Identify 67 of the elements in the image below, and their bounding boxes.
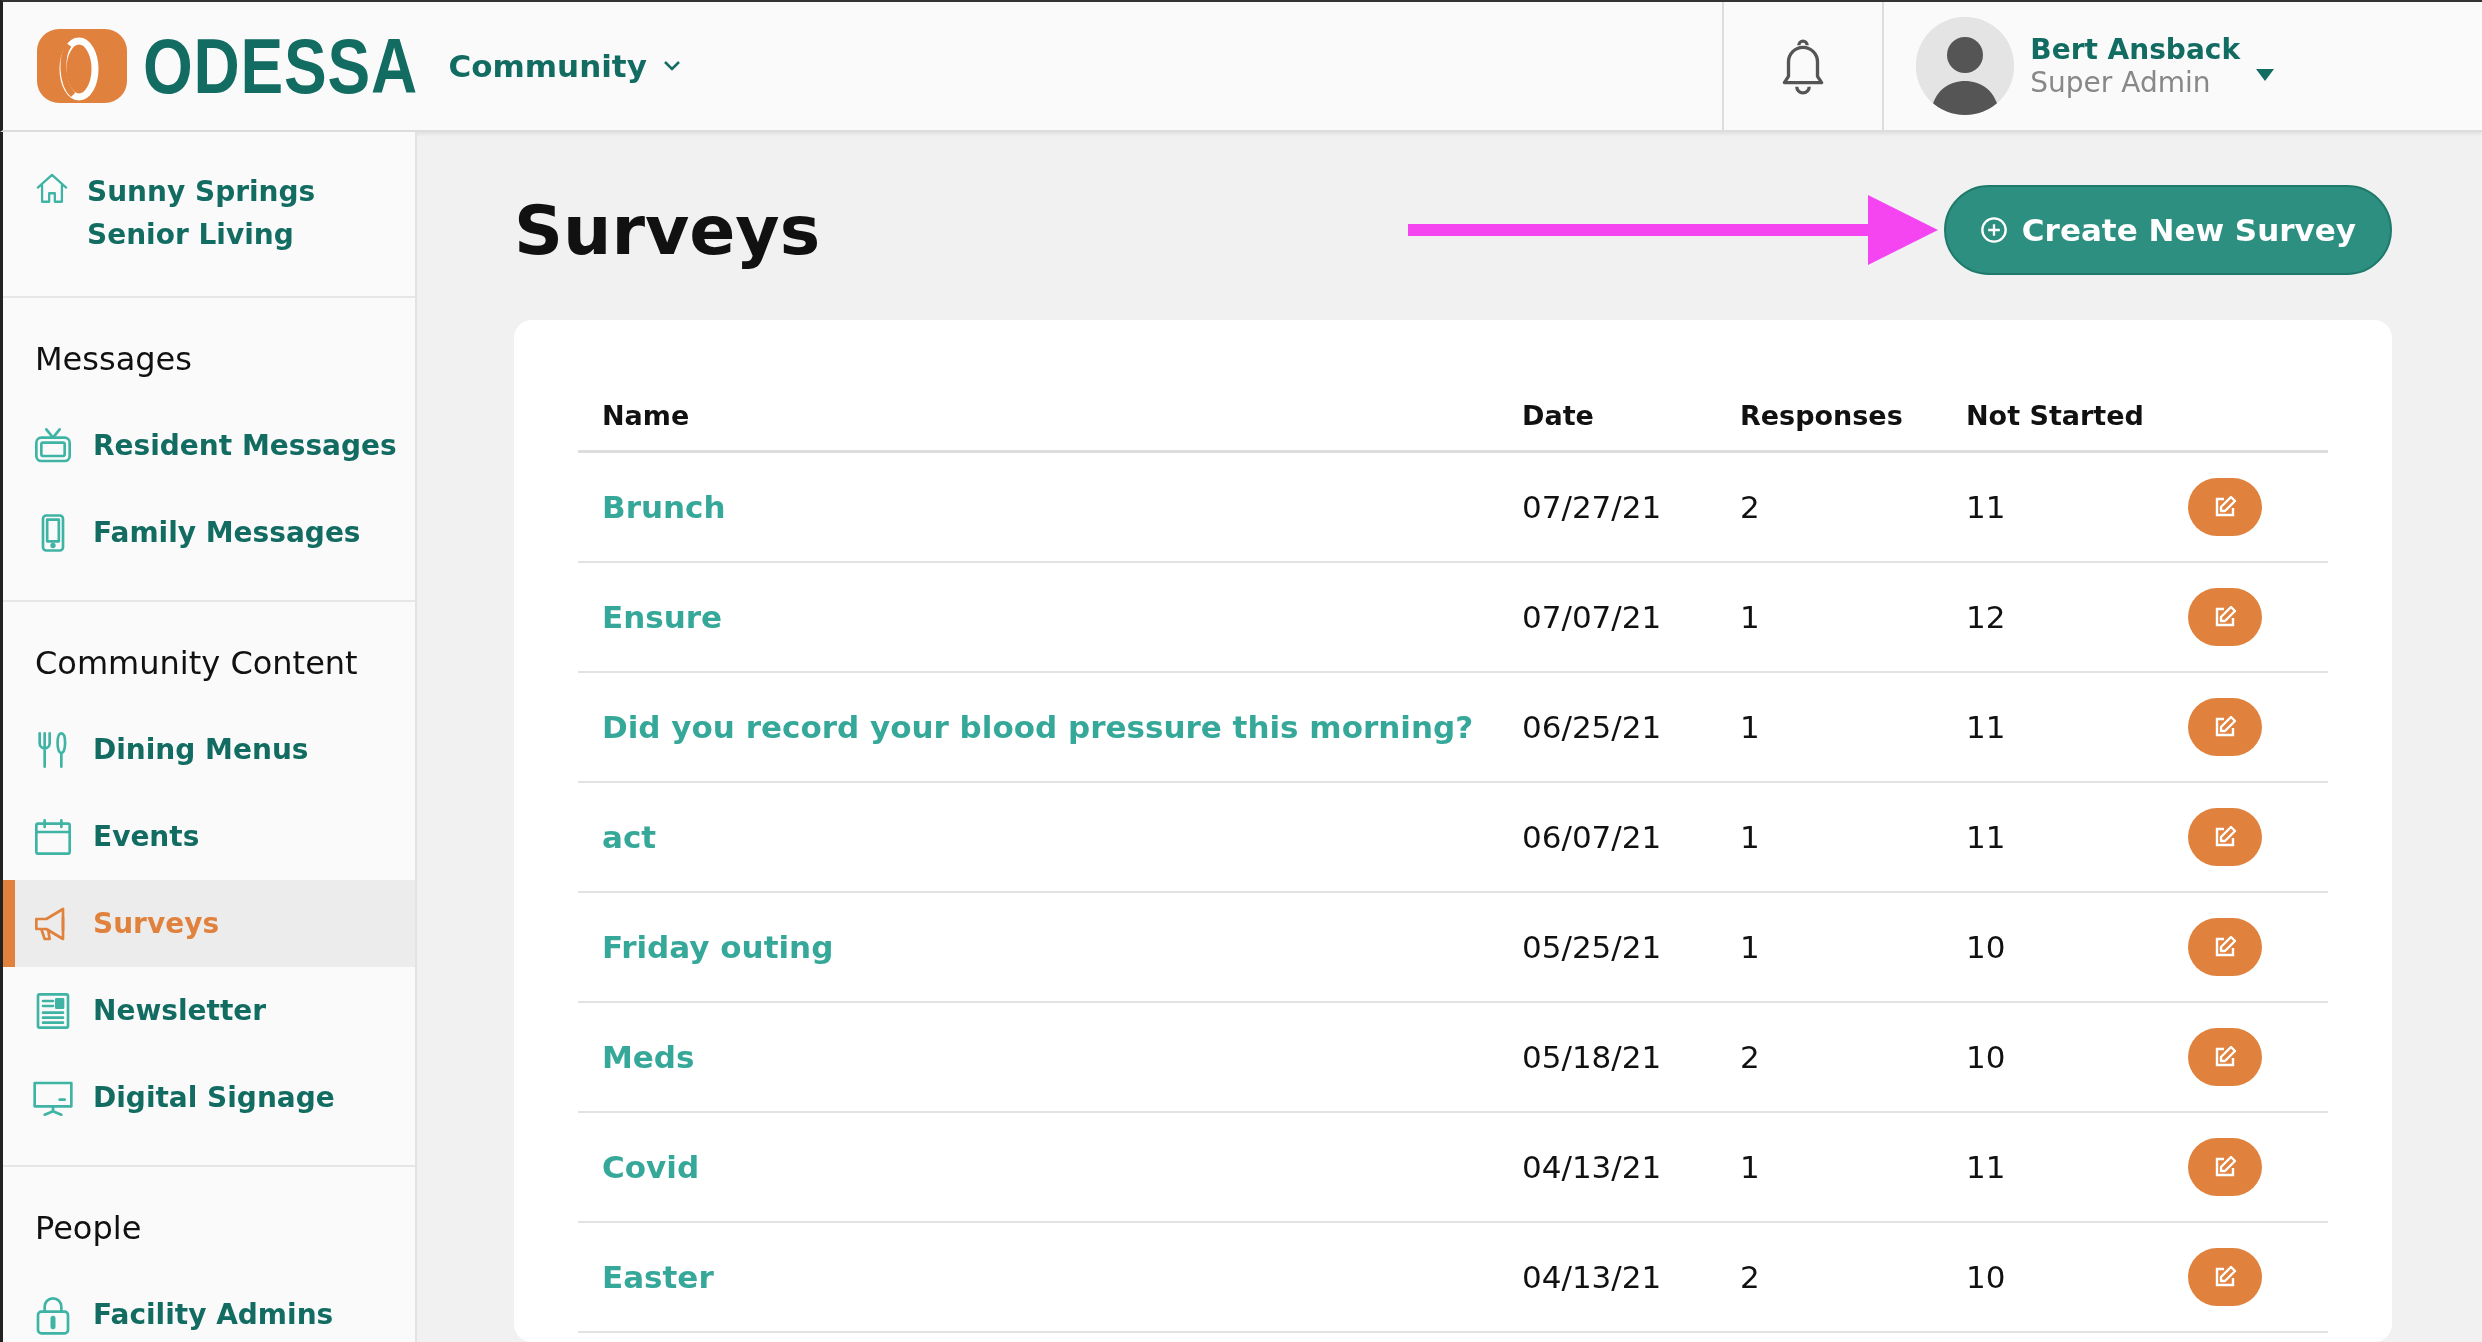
table-cell: 04/13/21 — [1522, 1222, 1740, 1332]
edit-icon — [2213, 1155, 2237, 1179]
home-icon — [35, 172, 69, 206]
edit-icon — [2213, 715, 2237, 739]
organization-link[interactable]: Sunny Springs Senior Living — [87, 170, 385, 256]
community-dropdown[interactable]: Community — [448, 48, 681, 84]
table-cell: 05/18/21 — [1522, 1002, 1740, 1112]
create-survey-button[interactable]: Create New Survey — [1943, 185, 2392, 275]
table-cell: 1 — [1740, 1112, 1966, 1222]
caret-down-icon[interactable] — [2256, 69, 2274, 81]
section-heading: People — [34, 1208, 143, 1249]
table-cell: 11 — [1966, 1112, 2188, 1222]
sidebar-item[interactable]: Facility Admins — [3, 1271, 415, 1342]
section-heading: Community Content — [34, 643, 359, 684]
table-cell: 1 — [1740, 672, 1966, 782]
user-name[interactable]: Bert Ansback — [2030, 33, 2240, 66]
column-header: Date — [1522, 380, 1740, 452]
table-cell: 04/13/21 — [1522, 1112, 1740, 1222]
logo-text: ODESSA — [143, 20, 419, 112]
table-cell: 1 — [1740, 562, 1966, 672]
edit-button[interactable] — [2188, 478, 2262, 536]
table-cell: 2 — [1740, 1222, 1966, 1332]
user-role: Super Admin — [2030, 66, 2212, 99]
calendar-icon — [33, 816, 73, 857]
sidebar-item[interactable]: Dining Menus — [3, 706, 415, 793]
table-cell: 11 — [1966, 782, 2188, 892]
edit-button[interactable] — [2188, 1248, 2262, 1306]
edit-icon — [2213, 495, 2237, 519]
table-cell: 11 — [1966, 672, 2188, 782]
edit-button[interactable] — [2188, 1028, 2262, 1086]
edit-icon — [2213, 935, 2237, 959]
page-title: Surveys — [514, 190, 822, 270]
table-cell: 1 — [1740, 782, 1966, 892]
table-cell: 2 — [1740, 1002, 1966, 1112]
table-cell: 10 — [1966, 1002, 2188, 1112]
column-header: Responses — [1740, 380, 1966, 452]
sidebar-item[interactable]: Resident Messages — [3, 402, 415, 489]
edit-button[interactable] — [2188, 698, 2262, 756]
edit-icon — [2213, 605, 2237, 629]
section-heading: Messages — [34, 339, 193, 380]
edit-button[interactable] — [2188, 1138, 2262, 1196]
table-cell: 10 — [1966, 892, 2188, 1002]
edit-button[interactable] — [2188, 808, 2262, 866]
logo-icon — [35, 27, 129, 105]
table-cell: 07/07/21 — [1522, 562, 1740, 672]
sidebar-item[interactable]: Digital Signage — [3, 1054, 415, 1141]
table-cell: 10 — [1966, 1222, 2188, 1332]
table-cell: 1 — [1740, 892, 1966, 1002]
edit-button[interactable] — [2188, 918, 2262, 976]
table-cell: 05/25/21 — [1522, 892, 1740, 1002]
sidebar-item[interactable]: Events — [3, 793, 415, 880]
table-cell: 07/27/21 — [1522, 451, 1740, 562]
table-cell: 06/25/21 — [1522, 672, 1740, 782]
column-header: Name — [578, 380, 1522, 452]
edit-icon — [2213, 1045, 2237, 1069]
sidebar-item[interactable]: Family Messages — [3, 489, 415, 576]
table-cell: 06/07/21 — [1522, 782, 1740, 892]
sidebar-item[interactable]: Newsletter — [3, 967, 415, 1054]
column-header: Not Started — [1966, 380, 2188, 452]
edit-button[interactable] — [2188, 588, 2262, 646]
edit-icon — [2213, 1265, 2237, 1289]
plus-circle-icon — [1979, 216, 2008, 244]
table-cell: 12 — [1966, 562, 2188, 672]
table-cell: 11 — [1966, 451, 2188, 562]
edit-icon — [2213, 825, 2237, 849]
chevron-down-icon — [662, 60, 681, 72]
table-cell: 2 — [1740, 451, 1966, 562]
